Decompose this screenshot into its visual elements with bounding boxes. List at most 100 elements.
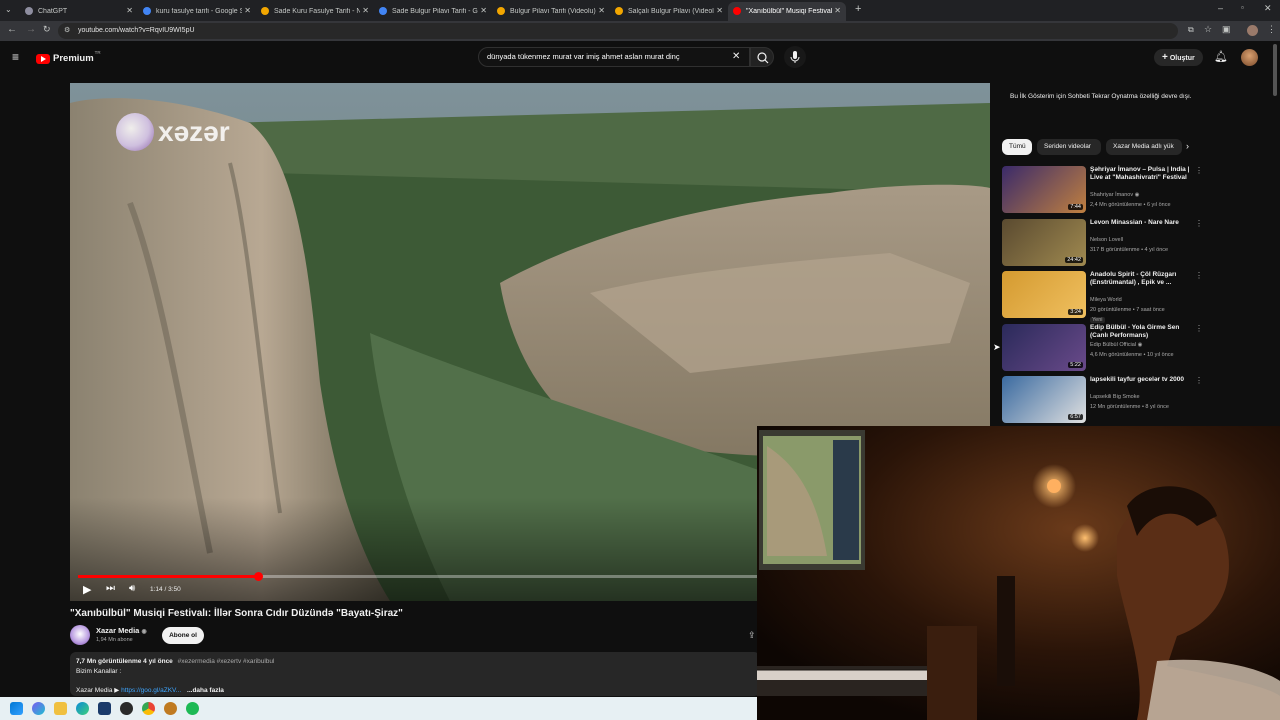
filter-chip[interactable]: Tümü: [1002, 139, 1032, 155]
site-info-icon[interactable]: ⚙: [64, 23, 70, 39]
davinci-resolve-icon[interactable]: [120, 702, 133, 715]
tab-close-icon[interactable]: ✕: [834, 6, 841, 15]
search-input[interactable]: dünyada tükenmez murat var imiş ahmet as…: [478, 47, 750, 67]
profile-avatar[interactable]: [1247, 25, 1258, 36]
video-duration: 5:22: [1068, 361, 1083, 368]
tab-favicon-icon: [379, 7, 387, 15]
recommended-video-channel[interactable]: Shahriyar İmanov ◉: [1090, 192, 1139, 198]
edge-icon[interactable]: [76, 702, 89, 715]
browser-menu-icon[interactable]: ⋮: [1267, 24, 1276, 35]
subscriber-count: 1,94 Mn abone: [96, 637, 133, 643]
new-tab-button[interactable]: +: [855, 3, 861, 15]
browser-tab[interactable]: kuru fasulye tarifi - Google Sea✕: [138, 2, 256, 21]
recommended-video-title[interactable]: Şəhriyar İmanov – Pulsa | India | Live a…: [1090, 166, 1190, 182]
tab-close-icon[interactable]: ✕: [362, 6, 369, 15]
bookmark-star-icon[interactable]: ☆: [1204, 24, 1212, 35]
close-window-icon[interactable]: ✕: [1264, 3, 1272, 14]
more-options-icon[interactable]: ⋮: [1195, 219, 1203, 228]
recommended-video-title[interactable]: Anadolu Spirit - Çöl Rüzgarı (Enstrümant…: [1090, 271, 1190, 287]
play-icon[interactable]: ▶: [83, 583, 91, 596]
more-options-icon[interactable]: ⋮: [1195, 271, 1203, 280]
filter-chip[interactable]: Xazar Media adlı yük: [1106, 139, 1182, 155]
tab-close-icon[interactable]: ✕: [716, 6, 723, 15]
sidebar-scrollbar[interactable]: [1273, 44, 1277, 96]
channel-avatar[interactable]: [70, 625, 90, 645]
browser-tab[interactable]: Sade Kuru Fasulye Tarifi - Nefi ✕: [256, 2, 374, 21]
more-options-icon[interactable]: ⋮: [1195, 376, 1203, 385]
browser-tab[interactable]: Sade Bulgur Pilavı Tarifi - Goog✕: [374, 2, 492, 21]
youtube-masthead: ≡ Premium TR dünyada tükenmez murat var …: [0, 41, 1280, 75]
forward-icon[interactable]: →: [26, 24, 36, 35]
volume-icon[interactable]: 🔊︎: [129, 583, 135, 594]
description-box[interactable]: 7,7 Mn görüntülenme 4 yıl önce #xezermed…: [70, 652, 760, 696]
browser-tab[interactable]: ChatGPT ✕: [20, 2, 138, 21]
store-icon[interactable]: [98, 702, 111, 715]
video-thumbnail[interactable]: 24:42: [1002, 218, 1086, 266]
reload-icon[interactable]: ↻: [43, 24, 51, 35]
plus-icon: +: [1162, 52, 1168, 63]
recommended-video[interactable]: 24:42 Levon Minassian - Nare Nare Nelson L…: [1002, 218, 1203, 269]
voice-search-button[interactable]: [784, 46, 806, 68]
verified-badge-icon: ◉: [141, 629, 147, 635]
browser-tab[interactable]: "Xanıbülbül" Musiqi Festivalı: İlll✕: [728, 2, 846, 21]
video-thumbnail[interactable]: 5:22: [1002, 323, 1086, 371]
youtube-logo[interactable]: Premium TR: [36, 50, 101, 65]
recommended-video[interactable]: 3:24 Anadolu Spirit - Çöl Rüzgarı (Enstrü…: [1002, 271, 1203, 323]
recommended-video-channel[interactable]: Nelson Lovell: [1090, 237, 1123, 243]
channel-name[interactable]: Xazar Media ◉: [96, 626, 147, 635]
logo-text: Premium: [53, 53, 94, 64]
account-avatar[interactable]: [1241, 49, 1258, 66]
extensions-icon[interactable]: ▣: [1222, 24, 1231, 35]
progress-scrubber[interactable]: [253, 572, 263, 581]
video-thumbnail[interactable]: 6:57: [1002, 376, 1086, 423]
tab-close-icon[interactable]: ✕: [480, 6, 487, 15]
cast-icon[interactable]: ⧉: [1188, 25, 1194, 35]
recommended-video-title[interactable]: Levon Minassian - Nare Nare: [1090, 219, 1190, 227]
tab-search-icon[interactable]: ⌄: [5, 5, 12, 14]
chrome-icon[interactable]: [142, 702, 155, 715]
recommended-video-channel[interactable]: Edip Bülbül Official ◉: [1090, 342, 1142, 348]
tab-close-icon[interactable]: ✕: [126, 6, 133, 15]
recommended-video[interactable]: 6:57 lapsekili tayfur gecelər tv 2000 Laps…: [1002, 376, 1203, 426]
filter-chip[interactable]: Seriden videolar: [1037, 139, 1101, 155]
video-thumbnail[interactable]: 3:24: [1002, 271, 1086, 318]
tab-favicon-icon: [25, 7, 33, 15]
recommended-video[interactable]: 7:44 Şəhriyar İmanov – Pulsa | India | Li…: [1002, 166, 1203, 216]
more-options-icon[interactable]: ⋮: [1195, 324, 1203, 333]
description-link[interactable]: https://goo.gl/aZKV...: [121, 687, 181, 694]
maximize-icon[interactable]: ▫: [1241, 3, 1244, 12]
subscribe-button[interactable]: Abone ol: [162, 627, 204, 644]
recommended-video-title[interactable]: Edip Bülbül - Yola Girme Sen (Canlı Perf…: [1090, 324, 1190, 340]
notifications-bell-icon[interactable]: 🔔︎: [1214, 50, 1228, 63]
copilot-icon[interactable]: [32, 702, 45, 715]
tab-label: Sade Kuru Fasulye Tarifi - Nefi: [274, 8, 360, 15]
recommended-video-meta: 4,6 Mn görüntülenme • 10 yıl önce: [1090, 351, 1174, 358]
video-thumbnail[interactable]: 7:44: [1002, 166, 1086, 213]
hashtags[interactable]: #xezermedia #xezertv #xaribulbul: [178, 658, 275, 665]
recommended-video-title[interactable]: lapsekili tayfur gecelər tv 2000: [1090, 376, 1190, 384]
browser-tab[interactable]: Salçalı Bulgur Pilavı (Videolu) ✕: [610, 2, 728, 21]
create-button[interactable]: + Oluştur: [1154, 49, 1203, 66]
recommended-video-meta: 2,4 Mn görüntülenme • 6 yıl önce: [1090, 202, 1171, 208]
hamburger-menu-icon[interactable]: ≡: [12, 50, 19, 64]
search-button[interactable]: [750, 47, 774, 67]
recommended-video-channel[interactable]: Lapsekili Big Smoke: [1090, 394, 1140, 400]
tab-close-icon[interactable]: ✕: [244, 6, 251, 15]
spotify-icon[interactable]: [186, 702, 199, 715]
file-explorer-icon[interactable]: [54, 702, 67, 715]
windows-start-icon[interactable]: [10, 702, 23, 715]
back-icon[interactable]: ←: [7, 24, 17, 35]
browser-tab[interactable]: Bulgur Pilavı Tarifi (Videolu) - N✕: [492, 2, 610, 21]
show-more-link[interactable]: ...daha fazla: [187, 687, 224, 694]
more-options-icon[interactable]: ⋮: [1195, 166, 1203, 175]
minimize-icon[interactable]: –: [1218, 3, 1223, 13]
recommended-video-channel[interactable]: Mileya World: [1090, 297, 1122, 303]
share-icon[interactable]: ⇪: [748, 630, 756, 641]
url-field[interactable]: ⚙ youtube.com/watch?v=RqvIU9WI5pU: [58, 23, 1178, 39]
recommended-video[interactable]: 5:22 Edip Bülbül - Yola Girme Sen (Canlı …: [1002, 323, 1203, 374]
chips-next-icon[interactable]: ›: [1186, 141, 1189, 151]
tab-close-icon[interactable]: ✕: [598, 6, 605, 15]
app-icon[interactable]: [164, 702, 177, 715]
next-video-icon[interactable]: ⏭: [106, 583, 115, 594]
clear-search-icon[interactable]: ✕: [732, 48, 740, 66]
